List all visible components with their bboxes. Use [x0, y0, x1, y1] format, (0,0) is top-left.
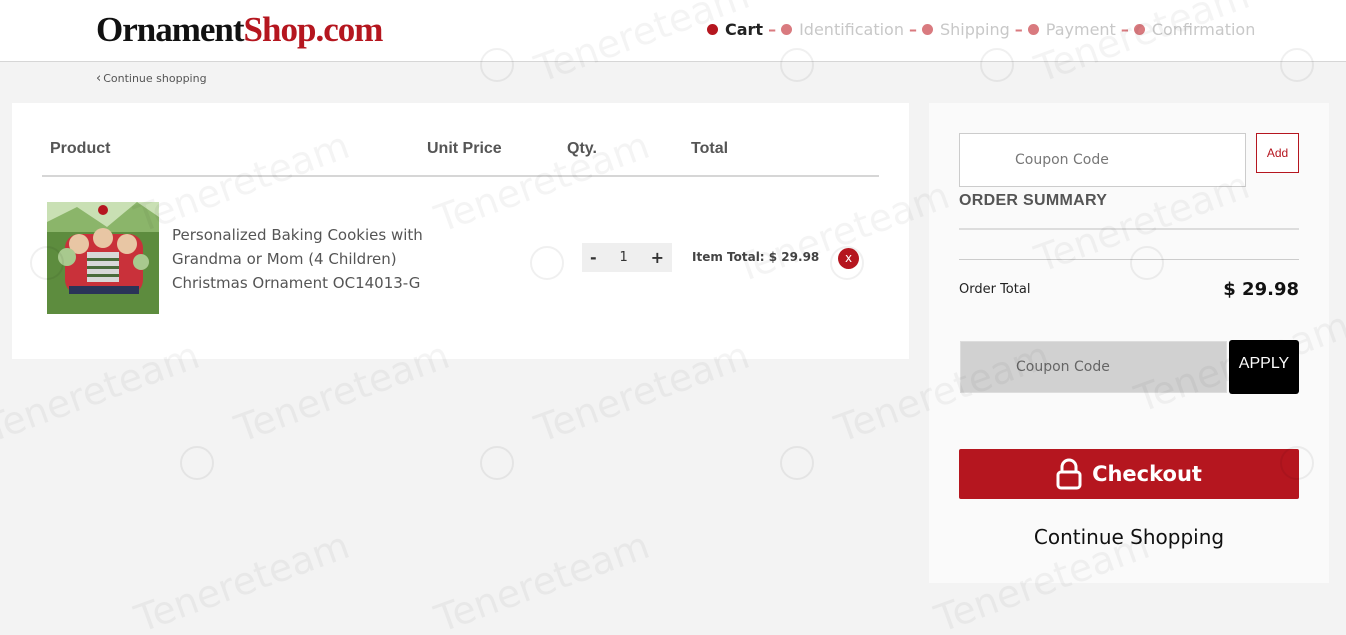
add-coupon-button[interactable]: Add — [1256, 133, 1299, 173]
step-identification: Identification — [781, 20, 904, 39]
site-logo[interactable]: OrnamentShop.com — [96, 10, 384, 50]
step-dot-icon — [707, 24, 718, 35]
cart-header-divider — [42, 175, 879, 177]
column-header-qty: Qty. — [567, 140, 597, 157]
step-label-payment: Payment — [1045, 20, 1116, 39]
summary-divider — [959, 259, 1299, 260]
column-header-product: Product — [50, 140, 111, 157]
step-payment: Payment — [1027, 20, 1116, 39]
step-label-identification: Identification — [799, 20, 904, 39]
checkout-button-label: Checkout — [1092, 462, 1202, 486]
step-shipping: Shipping — [921, 20, 1010, 39]
order-total-value: $ 29.98 — [1223, 279, 1299, 300]
step-separator: – — [908, 20, 917, 39]
logo-text-ornament: Ornament — [96, 10, 245, 49]
step-dot-icon — [921, 24, 933, 35]
quantity-decrease-button[interactable]: - — [590, 248, 597, 267]
column-header-unit-price: Unit Price — [427, 140, 502, 157]
step-dot-icon — [1027, 24, 1039, 35]
summary-divider — [959, 228, 1299, 230]
quantity-increase-button[interactable]: + — [651, 248, 664, 267]
quantity-value[interactable]: 1 — [619, 250, 627, 265]
product-image[interactable] — [47, 202, 159, 314]
apply-coupon-button[interactable]: APPLY — [1229, 340, 1299, 394]
item-total: Item Total: $ 29.98 — [692, 250, 820, 264]
step-label-confirmation: Confirmation — [1151, 20, 1256, 39]
remove-item-button[interactable]: x — [838, 248, 859, 269]
continue-shopping-link[interactable]: ‹ Continue shopping — [96, 71, 207, 86]
watermark-text: Tenereteam — [429, 523, 655, 635]
step-separator: – — [1014, 20, 1023, 39]
step-dot-icon — [1133, 24, 1145, 35]
step-cart: Cart — [707, 20, 763, 39]
checkout-button[interactable]: Checkout — [959, 449, 1299, 499]
chevron-left-icon: ‹ — [96, 71, 102, 86]
product-name[interactable]: Personalized Baking Cookies with Grandma… — [172, 223, 432, 295]
continue-shopping-link-label: Continue shopping — [103, 72, 207, 85]
cart-panel: Product Unit Price Qty. Total Personaliz… — [12, 103, 909, 359]
step-separator: – — [768, 20, 777, 39]
site-header: OrnamentShop.com Cart – Identification –… — [0, 0, 1346, 62]
step-label-cart: Cart — [725, 20, 764, 39]
column-header-total: Total — [691, 140, 729, 157]
order-summary-title: ORDER SUMMARY — [959, 192, 1108, 209]
logo-text-shop: Shop.com — [243, 10, 384, 49]
continue-shopping-button[interactable]: Continue Shopping — [959, 525, 1299, 549]
watermark-text: Tenereteam — [129, 523, 355, 635]
watermark-logo — [480, 446, 514, 480]
checkout-steps: Cart – Identification – Shipping – Payme… — [707, 20, 1255, 39]
step-label-shipping: Shipping — [939, 20, 1010, 39]
watermark-logo — [180, 446, 214, 480]
step-separator: – — [1120, 20, 1129, 39]
coupon-code-input[interactable] — [959, 133, 1246, 187]
step-dot-icon — [781, 24, 793, 35]
quantity-stepper: - 1 + — [582, 243, 672, 272]
order-total-label: Order Total — [959, 282, 1031, 297]
coupon-code-input-secondary[interactable] — [960, 341, 1227, 393]
watermark-logo — [780, 446, 814, 480]
step-confirmation: Confirmation — [1133, 20, 1256, 39]
order-summary-panel: Add ORDER SUMMARY Order Total $ 29.98 AP… — [929, 103, 1329, 583]
lock-icon — [1056, 458, 1082, 490]
